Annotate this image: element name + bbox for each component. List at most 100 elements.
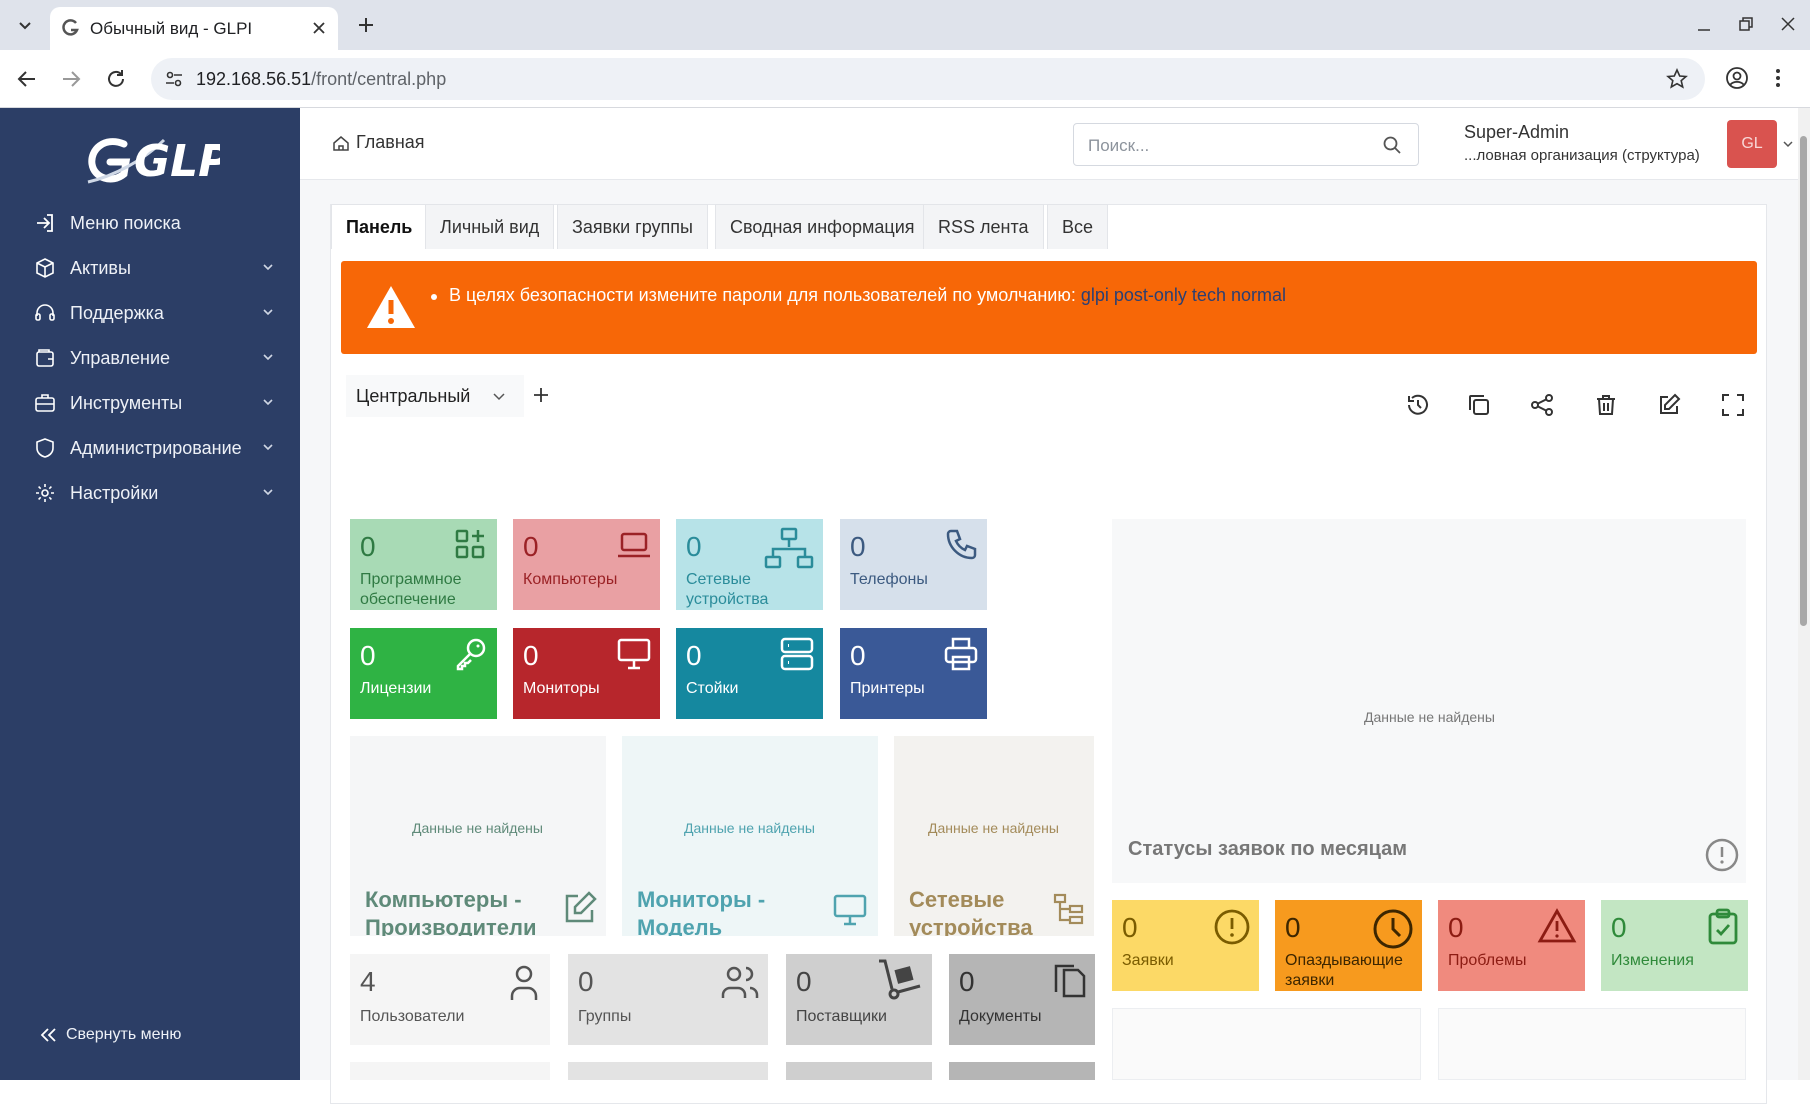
sidebar-item-label: Поддержка: [70, 302, 164, 323]
user-entity[interactable]: ...ловная организация (структура): [1464, 147, 1700, 164]
tile-partial: [350, 1062, 550, 1080]
sidebar-item-assets[interactable]: Активы: [34, 253, 274, 283]
restore-window-icon[interactable]: [1738, 16, 1754, 32]
chart-network-devices[interactable]: Данные не найдены Сетевые устройства: [894, 736, 1094, 936]
tile-count: 0: [360, 640, 376, 671]
glpi-logo[interactable]: GLPI: [84, 130, 220, 190]
browser-tab[interactable]: Обычный вид - GLPI: [50, 7, 338, 50]
tab-rss[interactable]: RSS лента: [923, 204, 1044, 249]
key-icon: [456, 638, 486, 671]
tab-dashboard[interactable]: Панель: [331, 204, 428, 249]
tile-changes[interactable]: 0 Изменения: [1601, 900, 1748, 991]
tile-monitors[interactable]: 0 Мониторы: [513, 628, 660, 719]
alert-circle-icon: [1214, 909, 1250, 945]
browser-toolbar: 192.168.56.51/front/central.php: [0, 50, 1810, 108]
tile-count: 0: [1285, 912, 1301, 943]
edit-button[interactable]: [1656, 392, 1682, 418]
minimize-window-icon[interactable]: [1696, 18, 1712, 34]
history-button[interactable]: [1405, 392, 1431, 418]
tile-groups[interactable]: 0 Группы: [568, 954, 768, 1045]
dashboard-select-value: Центральный: [356, 385, 471, 406]
collapse-menu-button[interactable]: Свернуть меню: [40, 1026, 181, 1044]
sidebar-item-support[interactable]: Поддержка: [34, 298, 274, 328]
scrollbar-thumb[interactable]: [1800, 136, 1807, 626]
copy-icon: [1469, 395, 1489, 415]
close-tab-icon[interactable]: [312, 21, 326, 35]
sidebar-item-management[interactable]: Управление: [34, 343, 274, 373]
tile-racks[interactable]: 0 Стойки: [676, 628, 823, 719]
tile-licenses[interactable]: 0 Лицензии: [350, 628, 497, 719]
dashboard-select[interactable]: Центральный: [346, 375, 524, 417]
tile-computers[interactable]: 0 Компьютеры: [513, 519, 660, 610]
chart-monitors-model[interactable]: Данные не найдены Мониторы - Модель: [622, 736, 878, 936]
edit-icon: [565, 891, 597, 923]
sidebar-item-administration[interactable]: Администрирование: [34, 433, 274, 463]
browser-tab-strip: Обычный вид - GLPI: [0, 0, 1810, 50]
delete-button[interactable]: [1593, 392, 1619, 418]
tab-group-tickets[interactable]: Заявки группы: [557, 204, 708, 249]
tile-printers[interactable]: 0 Принтеры: [840, 628, 987, 719]
no-data-text: Данные не найдены: [412, 820, 543, 836]
server-icon: [780, 637, 814, 671]
tab-list-dropdown-icon[interactable]: [16, 16, 34, 34]
alert-message: В целях безопасности измените пароли для…: [449, 285, 1286, 306]
chart-ticket-status-by-month[interactable]: Данные не найдены Статусы заявок по меся…: [1112, 519, 1746, 883]
back-icon[interactable]: [16, 68, 38, 90]
add-dashboard-button[interactable]: [532, 386, 550, 404]
tab-personal-view[interactable]: Личный вид: [425, 204, 555, 249]
clipboard-check-icon: [1708, 908, 1738, 945]
laptop-icon: [618, 532, 650, 558]
chevron-down-icon[interactable]: [1782, 138, 1794, 150]
page-scrollbar[interactable]: [1798, 108, 1810, 1080]
tile-software[interactable]: 0 Программное обеспечение: [350, 519, 497, 610]
alert-circle-icon: [1705, 838, 1739, 872]
tile-tickets[interactable]: 0 Заявки: [1112, 900, 1259, 991]
sidebar-item-tools[interactable]: Инструменты: [34, 388, 274, 418]
fullscreen-icon: [1722, 394, 1744, 416]
tab-summary[interactable]: Сводная информация: [715, 204, 930, 249]
briefcase-icon: [35, 394, 55, 412]
tile-phones[interactable]: 0 Телефоны: [840, 519, 987, 610]
sidebar-item-label: Меню поиска: [70, 212, 181, 233]
tile-count: 0: [850, 531, 866, 562]
reload-icon[interactable]: [105, 68, 127, 90]
search-input[interactable]: Поиск...: [1073, 123, 1419, 166]
tile-count: 0: [1611, 912, 1627, 943]
users-icon: [721, 966, 759, 998]
breadcrumb[interactable]: Главная: [332, 132, 425, 153]
tile-label: Телефоны: [850, 571, 928, 588]
tile-label: Поставщики: [796, 1008, 887, 1025]
profile-icon[interactable]: [1725, 66, 1749, 90]
sidebar-item-label: Активы: [70, 257, 131, 278]
address-bar[interactable]: 192.168.56.51/front/central.php: [151, 58, 1705, 100]
search-icon[interactable]: [1382, 135, 1402, 155]
tile-partial: [568, 1062, 768, 1080]
forward-icon[interactable]: [60, 68, 82, 90]
browser-menu-icon[interactable]: [1774, 66, 1782, 90]
tile-suppliers[interactable]: 0 Поставщики: [786, 954, 932, 1045]
sidebar-item-settings[interactable]: Настройки: [34, 478, 274, 508]
new-tab-icon[interactable]: [356, 15, 376, 35]
alert-user-links[interactable]: glpi post-only tech normal: [1081, 285, 1286, 305]
chart-computers-manufacturers[interactable]: Данные не найдены Компьютеры - Производи…: [350, 736, 606, 936]
fullscreen-button[interactable]: [1720, 392, 1746, 418]
user-icon: [510, 965, 538, 1000]
tile-users[interactable]: 4 Пользователи: [350, 954, 550, 1045]
sidebar-item-search-menu[interactable]: Меню поиска: [34, 208, 274, 238]
bookmark-star-icon[interactable]: [1666, 68, 1688, 90]
user-name[interactable]: Super-Admin: [1464, 122, 1569, 143]
clone-button[interactable]: [1466, 392, 1492, 418]
close-window-icon[interactable]: [1780, 16, 1796, 32]
chart-title: Сетевые устройства: [909, 887, 1033, 936]
tile-documents[interactable]: 0 Документы: [949, 954, 1095, 1045]
tab-all[interactable]: Все: [1047, 204, 1109, 249]
tile-problems[interactable]: 0 Проблемы: [1438, 900, 1585, 991]
tile-late-tickets[interactable]: 0 Опаздывающие заявки: [1275, 900, 1422, 991]
url-text: 192.168.56.51/front/central.php: [196, 69, 446, 90]
tile-network-devices[interactable]: 0 Сетевые устройства: [676, 519, 823, 610]
avatar[interactable]: GL: [1727, 120, 1777, 168]
tile-count: 0: [686, 531, 702, 562]
tile-count: 0: [523, 640, 539, 671]
share-button[interactable]: [1529, 392, 1555, 418]
site-info-icon[interactable]: [164, 69, 184, 89]
